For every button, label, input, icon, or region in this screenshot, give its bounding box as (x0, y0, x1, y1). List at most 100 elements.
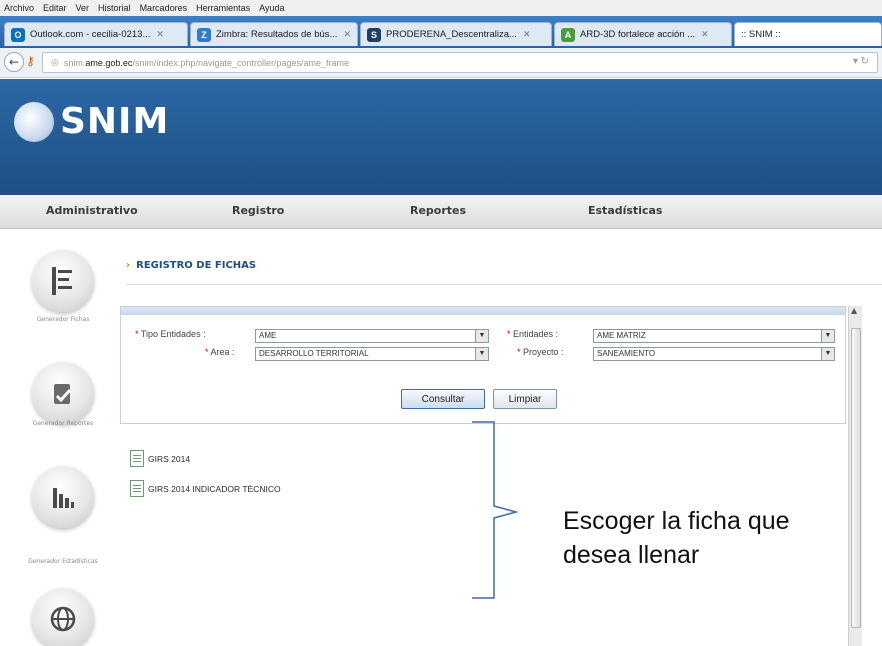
sidebar-label-fichas: Generador Fichas (36, 316, 90, 323)
nav-registro[interactable]: Registro (232, 204, 284, 217)
chevron-down-icon[interactable]: ▼ (821, 330, 834, 342)
proyecto-select[interactable]: SANEAMIENTO ▼ (593, 347, 835, 361)
browser-tab-proderena[interactable]: S PRODERENA_Descentraliza... ✕ (360, 22, 552, 46)
statistics-icon[interactable] (32, 466, 94, 528)
tab-title: ARD-3D fortalece acción ... (580, 29, 696, 40)
form-header-bar (121, 307, 845, 315)
statistics-glyph (53, 488, 74, 508)
close-icon[interactable]: ✕ (701, 29, 709, 40)
tab-title: Zimbra: Resultados de bús... (216, 29, 338, 40)
annotation-line-2: desea llenar (563, 541, 700, 569)
nav-estadisticas[interactable]: Estadísticas (588, 204, 662, 217)
scrollbar-thumb[interactable] (851, 328, 861, 628)
list-item[interactable]: GIRS 2014 (130, 450, 190, 467)
browser-tab-zimbra[interactable]: Z Zimbra: Resultados de bús... ✕ (190, 22, 358, 46)
tab-title: :: SNIM :: (741, 29, 781, 40)
menu-editar[interactable]: Editar (43, 3, 67, 13)
url-prefix: snim. (63, 57, 86, 68)
zimbra-icon: Z (197, 27, 211, 42)
title-divider (126, 284, 882, 285)
ard-icon: A (561, 27, 575, 42)
proyecto-value: SANEAMIENTO (597, 349, 656, 358)
tab-title: Outlook.com - cecilia-0213... (30, 29, 151, 40)
menu-archivo[interactable]: Archivo (4, 3, 34, 13)
scroll-up-icon[interactable]: ▲ (851, 306, 857, 315)
required-mark: * (507, 329, 511, 339)
ficha-name: GIRS 2014 (148, 453, 191, 464)
back-arrow-icon[interactable]: ← (4, 52, 24, 72)
page-title: › REGISTRO DE FICHAS (126, 260, 256, 271)
nav-reportes[interactable]: Reportes (410, 204, 466, 217)
area-value: DESARROLLO TERRITORIAL (259, 349, 369, 358)
annotation-bracket (472, 421, 519, 599)
globe-glyph (50, 606, 76, 632)
chevron-down-icon[interactable]: ▼ (475, 348, 488, 360)
url-input[interactable]: ◎ snim. ame.gob.ec/snim/index.php/navigat… (42, 52, 878, 73)
tipo-entidades-select[interactable]: AME ▼ (255, 329, 489, 343)
browser-tab-ard[interactable]: A ARD-3D fortalece acción ... ✕ (554, 22, 732, 46)
proyecto-label-text: Proyecto : (523, 347, 564, 357)
entidades-value: AME MATRIZ (597, 331, 646, 340)
reports-icon[interactable] (32, 362, 94, 424)
entidades-label: * Entidades : (507, 329, 558, 339)
close-icon[interactable]: ✕ (156, 29, 164, 40)
browser-addressbar: ← ⚷ ◎ snim. ame.gob.ec/snim/index.php/nav… (0, 48, 882, 78)
area-select[interactable]: DESARROLLO TERRITORIAL ▼ (255, 347, 489, 361)
required-mark: * (517, 347, 521, 357)
snim-logo-icon (14, 101, 54, 142)
close-icon[interactable]: ✕ (343, 29, 351, 40)
menu-ver[interactable]: Ver (76, 3, 90, 13)
required-mark: * (135, 329, 139, 339)
logo-text: SNIM (60, 101, 170, 142)
limpiar-button[interactable]: Limpiar (493, 389, 557, 409)
snim-logo[interactable]: SNIM (14, 101, 169, 142)
nav-administrativo[interactable]: Administrativo (46, 204, 138, 217)
forms-glyph (52, 267, 72, 295)
menu-ayuda[interactable]: Ayuda (259, 3, 284, 13)
chevron-right-icon: › (126, 260, 131, 271)
menu-marcadores[interactable]: Marcadores (140, 3, 188, 13)
area-label: * Area : (205, 347, 235, 357)
annotation-text: Escoger la ficha que desea llenar (563, 504, 790, 572)
browser-tab-outlook[interactable]: O Outlook.com - cecilia-0213... ✕ (4, 22, 188, 46)
sidebar-label-reportes: Generador Reportes (32, 420, 94, 427)
required-mark: * (205, 347, 209, 357)
globe-icon: ◎ (51, 57, 59, 67)
tipo-entidades-label-text: Tipo Entidades : (140, 329, 206, 339)
browser-menubar: Archivo Editar Ver Historial Marcadores … (0, 0, 882, 16)
document-icon (130, 450, 144, 467)
area-label-text: Area : (210, 347, 235, 357)
page-title-text: REGISTRO DE FICHAS (136, 260, 257, 271)
globe-icon[interactable] (32, 588, 94, 646)
entidades-label-text: Entidades : (513, 329, 559, 339)
menu-herramientas[interactable]: Herramientas (196, 3, 250, 13)
url-path: /snim/index.php/navigate_controller/page… (132, 57, 350, 68)
entidades-select[interactable]: AME MATRIZ ▼ (593, 329, 835, 343)
browser-tab-snim[interactable]: :: SNIM :: (734, 22, 882, 46)
main-navigation: Administrativo Registro Reportes Estadís… (0, 195, 882, 229)
browser-tabbar: O Outlook.com - cecilia-0213... ✕ Z Zimb… (0, 16, 882, 48)
url-domain: ame.gob.ec (85, 57, 133, 68)
outlook-icon: O (11, 27, 25, 42)
sidebar-label-estadisticas: Generador Estadísticas (28, 558, 98, 565)
identity-icon[interactable]: ⚷ (26, 54, 35, 68)
chevron-down-icon[interactable]: ▼ (475, 330, 488, 342)
menu-historial[interactable]: Historial (98, 3, 131, 13)
chevron-down-icon[interactable]: ▼ (821, 348, 834, 360)
reload-icon[interactable]: ▾ ↻ (853, 56, 869, 67)
document-icon (130, 480, 144, 497)
vertical-scrollbar[interactable]: ▲ (848, 306, 862, 646)
forms-icon[interactable] (32, 250, 94, 312)
proyecto-label: * Proyecto : (517, 347, 564, 357)
tab-title: PRODERENA_Descentraliza... (386, 29, 517, 40)
proderena-icon: S (367, 27, 381, 42)
ficha-name: GIRS 2014 INDICADOR TÉCNICO (148, 483, 281, 494)
list-item[interactable]: GIRS 2014 INDICADOR TÉCNICO (130, 480, 281, 497)
consultar-button[interactable]: Consultar (401, 389, 485, 409)
annotation-line-1: Escoger la ficha que (563, 507, 790, 535)
tipo-entidades-value: AME (259, 331, 277, 340)
app-header: SNIM (0, 79, 882, 195)
close-icon[interactable]: ✕ (523, 29, 531, 40)
reports-glyph (54, 384, 72, 404)
filter-form-panel: * Tipo Entidades : AME ▼ * Entidades : A… (120, 306, 846, 424)
